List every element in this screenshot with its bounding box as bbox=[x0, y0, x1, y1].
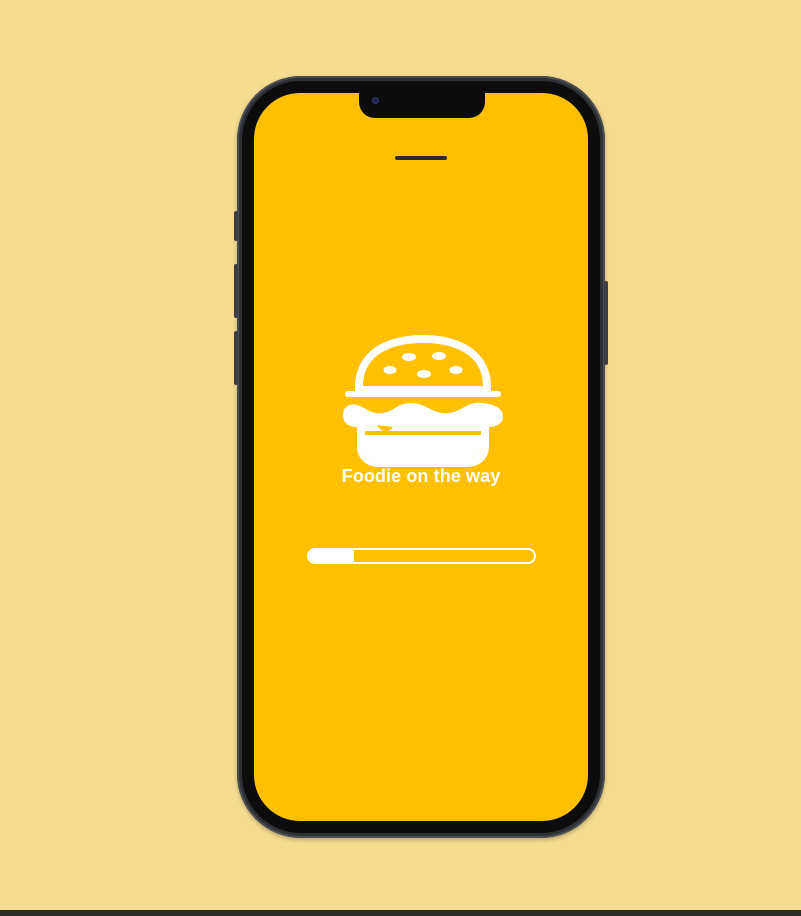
splash-screen: Foodie on the way bbox=[254, 93, 588, 821]
bottom-edge-bar bbox=[0, 910, 801, 916]
front-camera bbox=[372, 97, 379, 104]
burger-icon bbox=[343, 335, 503, 467]
power-button bbox=[604, 281, 608, 365]
loading-progress-fill bbox=[309, 550, 354, 562]
silent-switch bbox=[234, 211, 238, 241]
notch bbox=[359, 93, 485, 118]
volume-up-button bbox=[234, 264, 238, 318]
earpiece-speaker bbox=[395, 156, 447, 160]
loading-progress-bar bbox=[307, 548, 536, 564]
phone-frame: Foodie on the way bbox=[234, 76, 608, 838]
splash-tagline: Foodie on the way bbox=[341, 466, 501, 486]
volume-down-button bbox=[234, 331, 238, 385]
